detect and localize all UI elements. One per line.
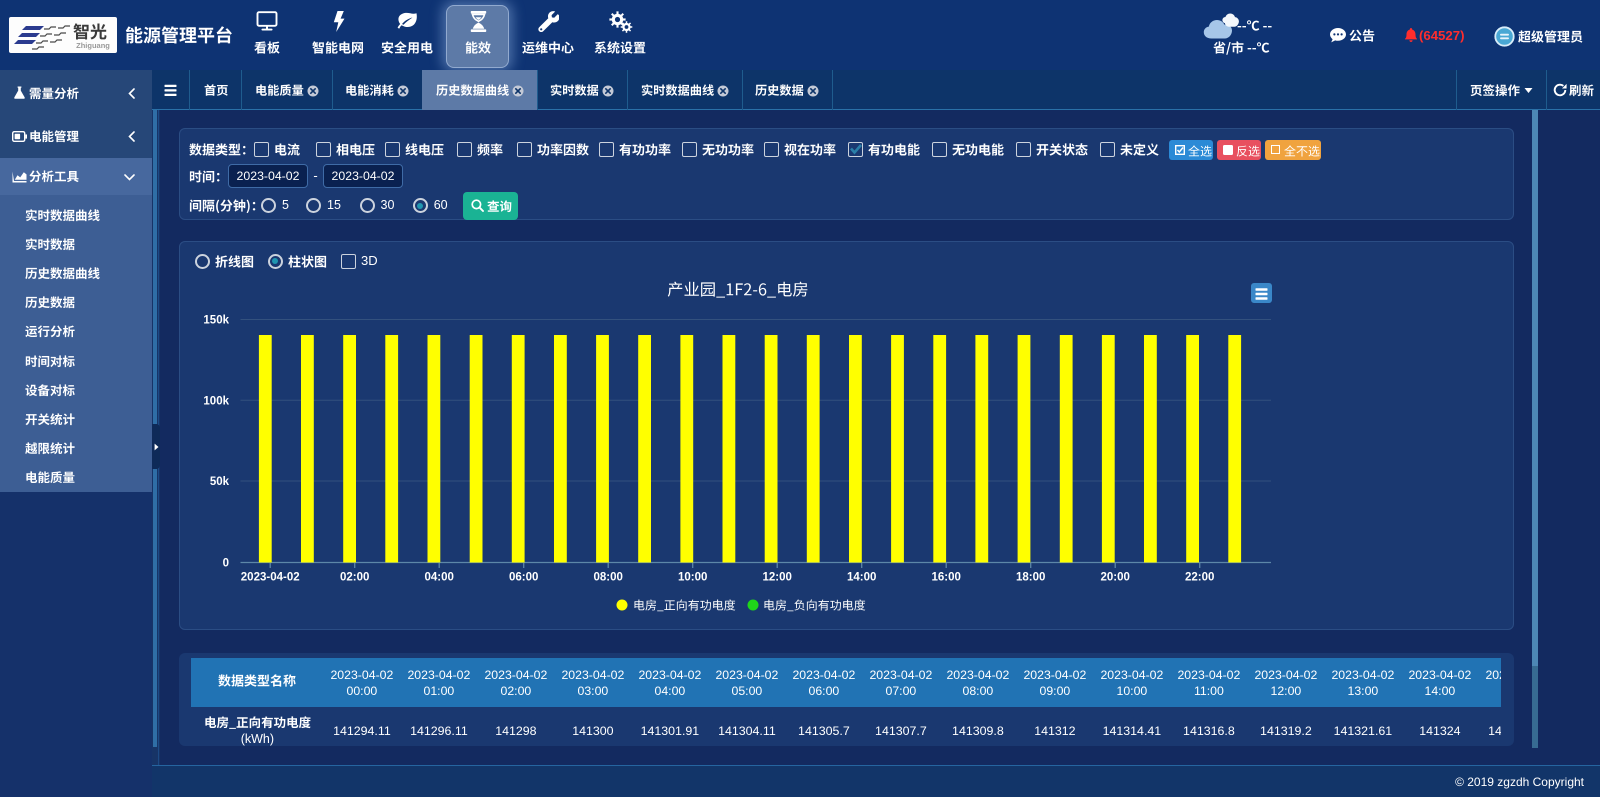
svg-text:14:00: 14:00	[847, 572, 876, 584]
svg-text:04:00: 04:00	[424, 572, 453, 584]
svg-text:02:00: 02:00	[340, 572, 369, 584]
svg-text:18:00: 18:00	[1016, 572, 1045, 584]
svg-text:100k: 100k	[203, 395, 229, 407]
svg-text:50k: 50k	[210, 476, 230, 488]
svg-text:12:00: 12:00	[762, 572, 791, 584]
svg-text:16:00: 16:00	[931, 572, 960, 584]
svg-text:2023-04-02: 2023-04-02	[241, 572, 300, 584]
svg-text:22:00: 22:00	[1185, 572, 1214, 584]
svg-text:0: 0	[223, 558, 229, 570]
svg-text:08:00: 08:00	[593, 572, 622, 584]
svg-text:150k: 150k	[203, 315, 229, 327]
svg-text:06:00: 06:00	[509, 572, 538, 584]
svg-text:10:00: 10:00	[678, 572, 707, 584]
svg-text:20:00: 20:00	[1100, 572, 1129, 584]
